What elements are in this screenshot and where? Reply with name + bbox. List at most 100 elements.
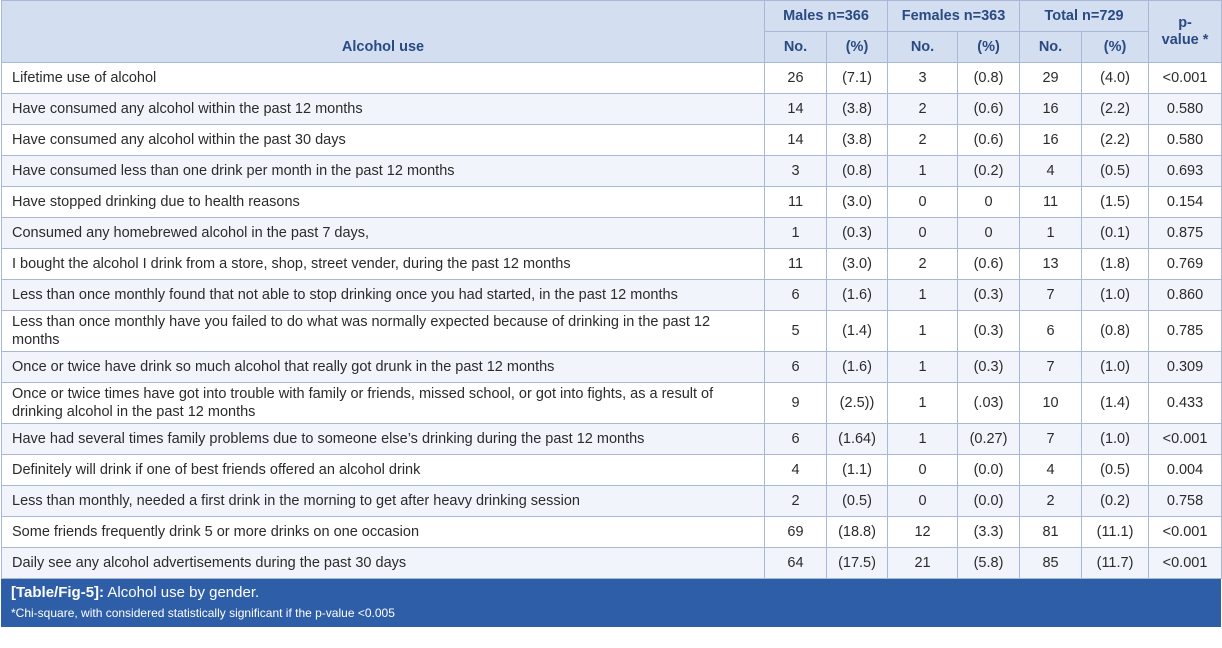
table-row: Have had several times family problems d… <box>1 423 1222 455</box>
cell-females-pct: (0.3) <box>957 279 1021 311</box>
cell-males-pct: (0.5) <box>825 485 889 517</box>
row-label: Less than once monthly found that not ab… <box>1 279 765 311</box>
subheader-males-pct: (%) <box>825 31 889 63</box>
cell-males-pct: (1.1) <box>825 454 889 486</box>
cell-females-no: 0 <box>887 217 959 249</box>
cell-males-pct: (1.6) <box>825 351 889 383</box>
cell-total-pct: (1.0) <box>1081 423 1150 455</box>
cell-females-pct: 0 <box>957 217 1021 249</box>
cell-males-no: 2 <box>764 485 827 517</box>
cell-total-pct: (0.8) <box>1081 310 1150 352</box>
cell-males-pct: (1.64) <box>825 423 889 455</box>
cell-p-value: 0.758 <box>1148 485 1222 517</box>
table-row: Some friends frequently drink 5 or more … <box>1 516 1222 548</box>
cell-p-value: 0.875 <box>1148 217 1222 249</box>
cell-p-value: 0.154 <box>1148 186 1222 218</box>
cell-females-no: 1 <box>887 351 959 383</box>
cell-males-no: 11 <box>764 186 827 218</box>
row-label: Have had several times family problems d… <box>1 423 765 455</box>
table-row: Once or twice have drink so much alcohol… <box>1 351 1222 383</box>
table-row: Lifetime use of alcohol 26 (7.1) 3 (0.8) 29 (4… <box>1 62 1222 94</box>
cell-p-value: <0.001 <box>1148 547 1222 579</box>
cell-females-pct: (.03) <box>957 382 1021 424</box>
table-row: Have consumed any alcohol within the pas… <box>1 124 1222 156</box>
cell-males-no: 14 <box>764 93 827 125</box>
cell-total-no: 85 <box>1019 547 1083 579</box>
row-label: I bought the alcohol I drink from a stor… <box>1 248 765 280</box>
subheader-males-no: No. <box>764 31 827 63</box>
cell-total-no: 7 <box>1019 279 1083 311</box>
cell-males-no: 5 <box>764 310 827 352</box>
cell-males-pct: (3.8) <box>825 93 889 125</box>
cell-males-pct: (3.0) <box>825 186 889 218</box>
cell-females-no: 0 <box>887 186 959 218</box>
header-p-value-line2: value * <box>1161 31 1209 48</box>
cell-p-value: 0.433 <box>1148 382 1222 424</box>
row-label: Consumed any homebrewed alcohol in the p… <box>1 217 765 249</box>
cell-males-pct: (3.8) <box>825 124 889 156</box>
cell-total-no: 6 <box>1019 310 1083 352</box>
cell-females-no: 21 <box>887 547 959 579</box>
table-header: Alcohol use Males n=366 Females n=363 To… <box>1 0 1222 63</box>
cell-males-no: 26 <box>764 62 827 94</box>
cell-females-pct: (0.6) <box>957 124 1021 156</box>
table-row: Less than monthly, needed a first drink … <box>1 485 1222 517</box>
cell-males-pct: (1.4) <box>825 310 889 352</box>
cell-females-no: 1 <box>887 382 959 424</box>
cell-males-no: 6 <box>764 423 827 455</box>
cell-males-pct: (17.5) <box>825 547 889 579</box>
cell-total-no: 1 <box>1019 217 1083 249</box>
cell-total-pct: (1.0) <box>1081 351 1150 383</box>
cell-total-pct: (1.5) <box>1081 186 1150 218</box>
cell-males-no: 1 <box>764 217 827 249</box>
cell-males-no: 14 <box>764 124 827 156</box>
cell-females-pct: (5.8) <box>957 547 1021 579</box>
cell-p-value: 0.693 <box>1148 155 1222 187</box>
cell-total-no: 4 <box>1019 454 1083 486</box>
header-total: Total n=729 <box>1019 0 1150 32</box>
cell-p-value: <0.001 <box>1148 516 1222 548</box>
cell-females-no: 2 <box>887 93 959 125</box>
row-label: Lifetime use of alcohol <box>1 62 765 94</box>
row-label: Have consumed any alcohol within the pas… <box>1 124 765 156</box>
row-label: Have consumed any alcohol within the pas… <box>1 93 765 125</box>
cell-females-pct: (0.0) <box>957 454 1021 486</box>
cell-females-pct: (0.6) <box>957 93 1021 125</box>
caption-line: [Table/Fig-5]: Alcohol use by gender. <box>11 583 1211 603</box>
cell-total-pct: (2.2) <box>1081 93 1150 125</box>
cell-total-pct: (2.2) <box>1081 124 1150 156</box>
cell-females-pct: (0.8) <box>957 62 1021 94</box>
cell-females-pct: (0.2) <box>957 155 1021 187</box>
cell-females-pct: (0.6) <box>957 248 1021 280</box>
cell-total-no: 16 <box>1019 124 1083 156</box>
cell-females-no: 3 <box>887 62 959 94</box>
table-row: Consumed any homebrewed alcohol in the p… <box>1 217 1222 249</box>
cell-total-pct: (11.1) <box>1081 516 1150 548</box>
table-row: Less than once monthly found that not ab… <box>1 279 1222 311</box>
cell-p-value: 0.860 <box>1148 279 1222 311</box>
cell-males-no: 11 <box>764 248 827 280</box>
cell-total-pct: (11.7) <box>1081 547 1150 579</box>
cell-males-pct: (0.3) <box>825 217 889 249</box>
cell-males-pct: (2.5)) <box>825 382 889 424</box>
table-row: Have consumed less than one drink per mo… <box>1 155 1222 187</box>
header-males: Males n=366 <box>763 0 889 32</box>
cell-males-no: 6 <box>764 279 827 311</box>
cell-males-pct: (0.8) <box>825 155 889 187</box>
header-females: Females n=363 <box>887 0 1021 32</box>
table-row: Have stopped drinking due to health reas… <box>1 186 1222 218</box>
row-label: Less than monthly, needed a first drink … <box>1 485 765 517</box>
row-label: Some friends frequently drink 5 or more … <box>1 516 765 548</box>
cell-males-no: 64 <box>764 547 827 579</box>
cell-females-no: 1 <box>887 279 959 311</box>
cell-p-value: 0.004 <box>1148 454 1222 486</box>
table-row: Less than once monthly have you failed t… <box>1 310 1222 352</box>
header-p-value-line1: p- <box>1178 14 1192 31</box>
cell-total-no: 2 <box>1019 485 1083 517</box>
cell-males-no: 6 <box>764 351 827 383</box>
cell-females-pct: (0.27) <box>957 423 1021 455</box>
cell-males-no: 4 <box>764 454 827 486</box>
row-label: Definitely will drink if one of best fri… <box>1 454 765 486</box>
subheader-total-pct: (%) <box>1081 31 1150 63</box>
cell-total-pct: (0.2) <box>1081 485 1150 517</box>
